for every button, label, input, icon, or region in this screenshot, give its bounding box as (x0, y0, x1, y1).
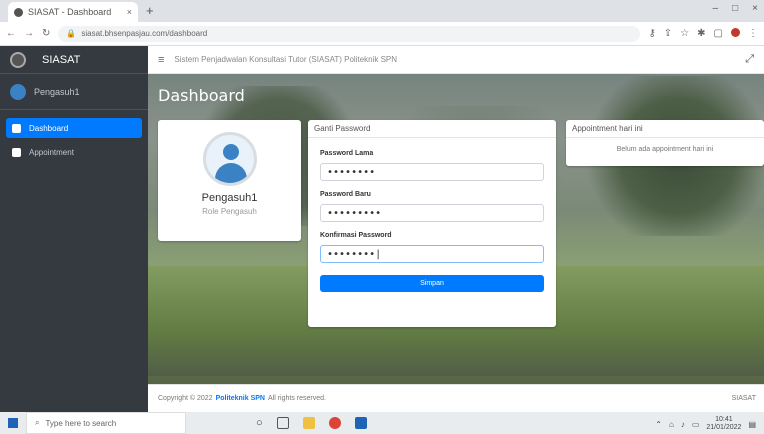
browser-tab-bar: SIASAT - Dashboard × + – □ × (0, 0, 764, 22)
menu-toggle-icon[interactable]: ≡ (158, 54, 164, 66)
avatar-head (222, 144, 239, 160)
profile-card: Pengasuh1 Role Pengasuh (158, 120, 301, 241)
new-tab-button[interactable]: + (146, 3, 154, 18)
save-button[interactable]: Simpan (320, 275, 544, 292)
appointment-card: Appointment hari ini Belum ada appointme… (566, 120, 764, 166)
logo-icon (10, 51, 26, 68)
brand-text: SIASAT (42, 53, 81, 66)
sidebar-user[interactable]: Pengasuh1 (0, 74, 148, 110)
old-password-field[interactable]: •••••••• (320, 163, 544, 181)
avatar (202, 132, 257, 186)
search-placeholder: Type here to search (45, 418, 117, 428)
footer: Copyright © 2022 Politeknik SPN All righ… (148, 384, 764, 412)
footer-brand-link[interactable]: Politeknik SPN (216, 395, 265, 402)
close-window-button[interactable]: × (752, 3, 758, 14)
sidebar: SIASAT Pengasuh1 Dashboard Appointment (0, 46, 148, 412)
sidebar-user-name: Pengasuh1 (34, 86, 80, 97)
confirm-password-field[interactable]: ••••••••| (320, 245, 544, 263)
minimize-button[interactable]: – (713, 3, 719, 14)
maximize-button[interactable]: □ (732, 3, 738, 14)
footer-version: SIASAT (731, 395, 756, 402)
new-password-field[interactable]: ••••••••• (320, 204, 544, 222)
battery-icon[interactable]: ▭ (692, 420, 700, 429)
avatar-body (214, 163, 247, 183)
taskbar-apps: ○ (256, 417, 367, 429)
app-icon[interactable] (354, 417, 367, 429)
profile-icon[interactable]: ▢ (714, 28, 723, 39)
footer-copyright: Copyright © 2022 (158, 395, 213, 402)
password-form: Password Lama •••••••• Password Baru •••… (308, 138, 556, 296)
sidebar-item-label: Appointment (29, 147, 74, 157)
reload-icon[interactable]: ↻ (42, 28, 50, 39)
search-icon: ⌕ (35, 418, 40, 427)
extension-red-icon[interactable] (731, 28, 740, 37)
clock-date: 21/01/2022 (706, 424, 742, 431)
taskbar-search[interactable]: ⌕ Type here to search (26, 412, 186, 434)
share-icon[interactable]: ⇪ (664, 28, 672, 39)
user-avatar-icon (10, 83, 26, 100)
profile-name: Pengasuh1 (201, 192, 258, 204)
star-icon[interactable]: ☆ (680, 28, 689, 39)
url-field[interactable]: 🔒 siasat.bhsenpasjau.com/dashboard (58, 25, 641, 42)
window-controls: – □ × (713, 3, 758, 14)
start-button[interactable] (0, 412, 26, 434)
change-password-card: Ganti Password Password Lama •••••••• Pa… (308, 120, 556, 327)
footer-rights: All rights reserved. (267, 395, 326, 402)
back-icon[interactable]: ← (6, 28, 16, 39)
favicon-icon (14, 7, 23, 17)
new-password-label: Password Baru (320, 191, 371, 198)
file-explorer-icon[interactable] (302, 417, 315, 429)
card-header: Ganti Password (308, 120, 556, 138)
profile-role: Role Pengasuh (202, 207, 257, 216)
windows-icon (8, 418, 18, 428)
url-text: siasat.bhsenpasjau.com/dashboard (81, 29, 208, 38)
system-tray: ⌃ ⌂ ♪ ▭ 10:41 21/01/2022 ▤ (655, 416, 756, 432)
main-content: ≡ Sistem Penjadwalan Konsultasi Tutor (S… (148, 46, 764, 412)
top-navbar: ≡ Sistem Penjadwalan Konsultasi Tutor (S… (148, 46, 764, 74)
sidebar-item-appointment[interactable]: Appointment (6, 142, 142, 162)
volume-icon[interactable]: ♪ (681, 420, 685, 429)
clock[interactable]: 10:41 21/01/2022 (706, 416, 741, 432)
card-header: Appointment hari ini (566, 120, 764, 138)
page-title: Dashboard (158, 86, 245, 105)
sidebar-nav: Dashboard Appointment (0, 110, 148, 174)
tab-close-icon[interactable]: × (127, 7, 132, 17)
cortana-icon[interactable]: ○ (256, 417, 263, 429)
address-bar-row: ← → ↻ 🔒 siasat.bhsenpasjau.com/dashboard… (0, 22, 764, 46)
key-icon[interactable]: ⚷ (648, 28, 655, 39)
file-icon (12, 147, 21, 157)
lock-icon: 🔒 (66, 29, 77, 38)
network-icon[interactable]: ⌂ (669, 420, 674, 429)
fullscreen-icon[interactable]: ⤢ (745, 53, 754, 66)
system-title: Sistem Penjadwalan Konsultasi Tutor (SIA… (174, 55, 398, 64)
clock-time: 10:41 (715, 416, 733, 423)
confirm-password-label: Konfirmasi Password (320, 232, 392, 239)
browser-tab[interactable]: SIASAT - Dashboard × (8, 2, 138, 22)
tab-title: SIASAT - Dashboard (28, 7, 112, 17)
dashboard-icon (12, 123, 21, 133)
brand[interactable]: SIASAT (0, 46, 148, 74)
old-password-label: Password Lama (320, 150, 374, 157)
forward-icon[interactable]: → (24, 28, 34, 39)
notification-icon[interactable]: ▤ (748, 420, 756, 429)
sidebar-item-label: Dashboard (29, 123, 69, 133)
menu-dots-icon[interactable]: ⋮ (748, 28, 758, 39)
chrome-icon[interactable] (328, 417, 341, 429)
extensions: ⚷ ⇪ ☆ ✱ ▢ ⋮ (648, 28, 758, 39)
sidebar-item-dashboard[interactable]: Dashboard (6, 118, 142, 138)
appointment-empty-text: Belum ada appointment hari ini (616, 146, 714, 153)
chevron-up-icon[interactable]: ⌃ (655, 420, 662, 429)
task-view-icon[interactable] (276, 417, 289, 429)
puzzle-icon[interactable]: ✱ (697, 28, 705, 39)
taskbar: ⌕ Type here to search ○ ⌃ ⌂ ♪ ▭ 10:41 21… (0, 412, 764, 434)
